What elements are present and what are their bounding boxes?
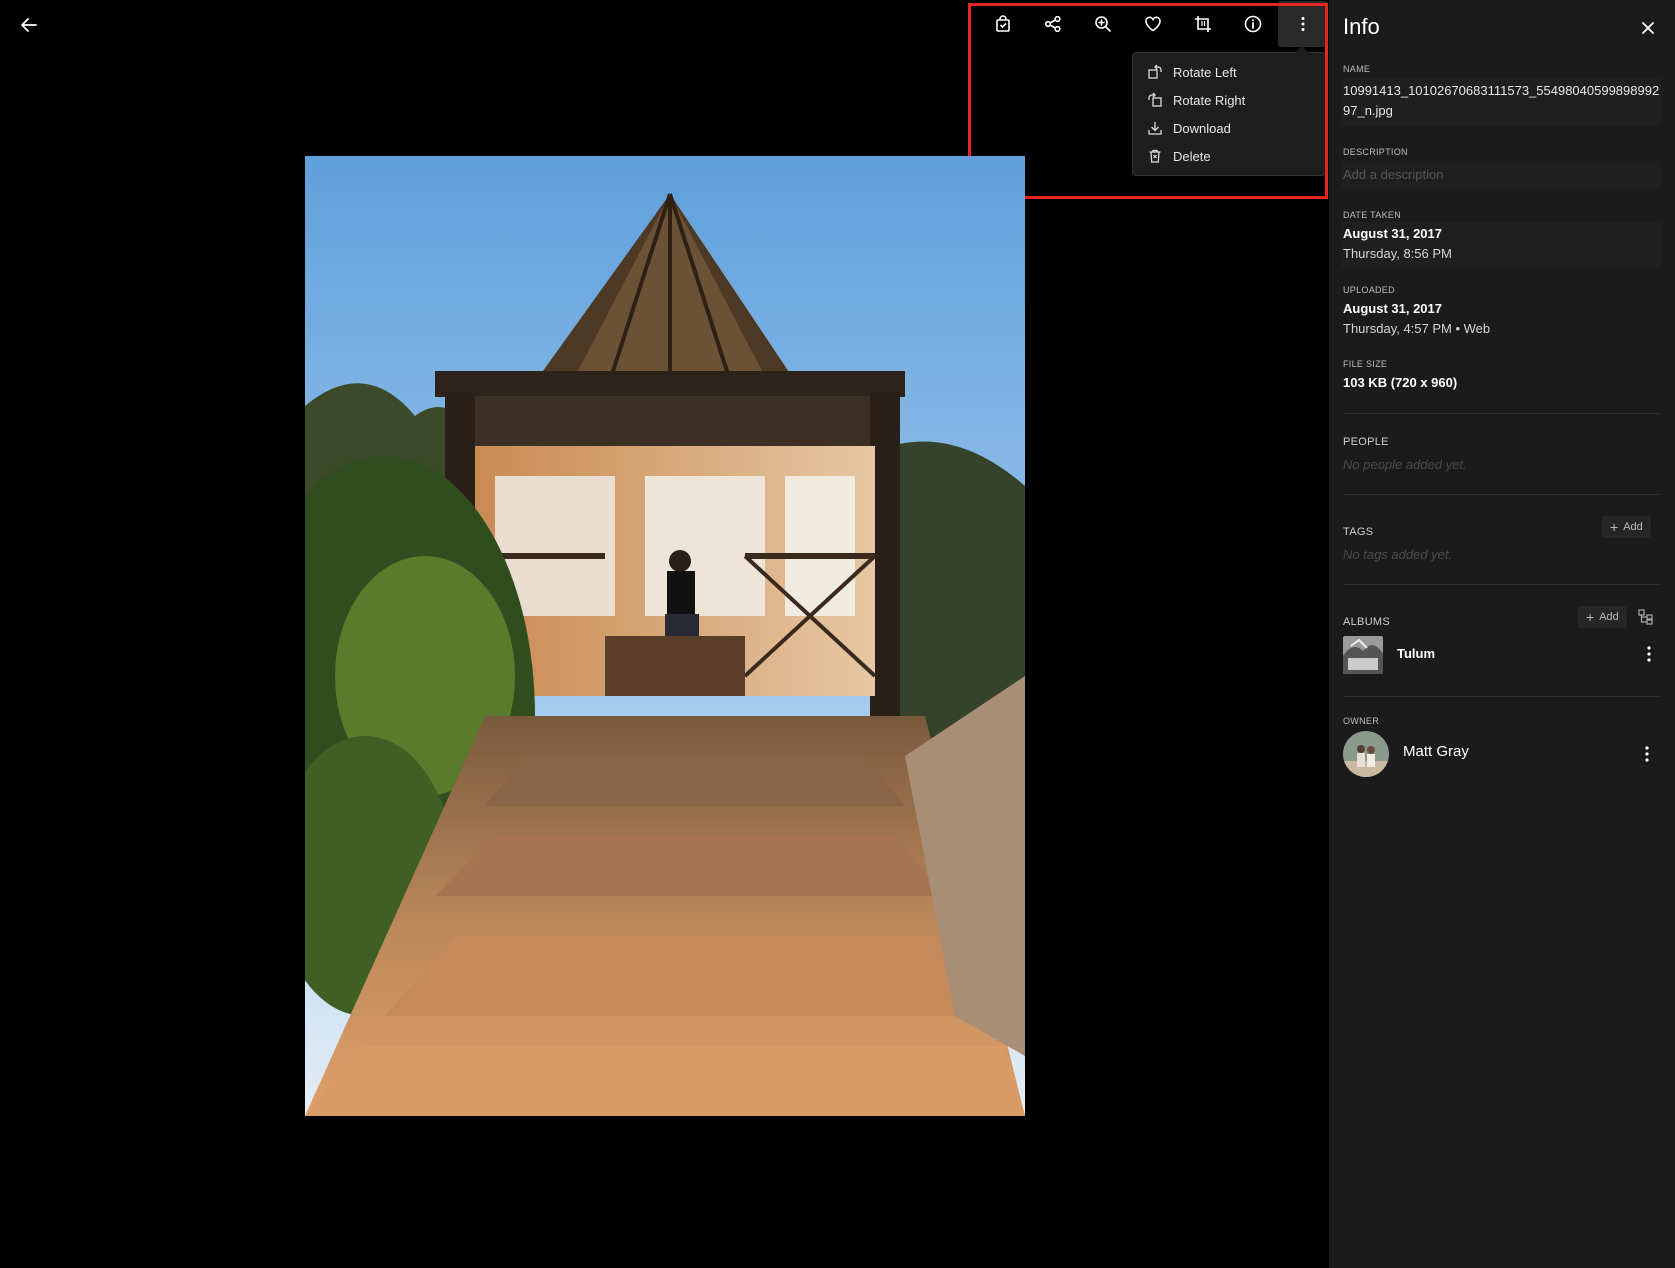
menu-item-label: Download <box>1173 120 1231 136</box>
more-options-menu: Rotate Left Rotate Right Download Delete <box>1132 46 1326 176</box>
share-button[interactable] <box>1028 1 1078 47</box>
divider <box>1343 413 1661 414</box>
share-icon <box>1044 15 1061 33</box>
divider <box>1343 494 1661 495</box>
add-tag-label: Add <box>1623 521 1643 533</box>
info-icon <box>1244 15 1262 33</box>
file-size-label: FILE SIZE <box>1343 359 1388 369</box>
more-vertical-icon <box>1301 17 1305 31</box>
date-taken-label: DATE TAKEN <box>1343 210 1402 220</box>
rotate-left-icon <box>1148 64 1162 79</box>
favorite-button[interactable] <box>1128 1 1178 47</box>
crop-button[interactable] <box>1178 1 1228 47</box>
more-vertical-icon <box>1647 646 1651 662</box>
rotate-right-icon <box>1148 92 1162 107</box>
info-button[interactable] <box>1228 1 1278 47</box>
people-label: PEOPLE <box>1343 436 1389 448</box>
arrow-left-icon <box>21 18 37 32</box>
name-label: NAME <box>1343 64 1371 74</box>
owner-avatar[interactable] <box>1343 731 1389 777</box>
zoom-in-icon <box>1095 16 1111 32</box>
album-name[interactable]: Tulum <box>1397 646 1435 661</box>
crop-icon <box>1195 16 1211 32</box>
menu-item-label: Delete <box>1173 148 1211 164</box>
uploaded-date: August 31, 2017 <box>1343 301 1442 316</box>
tags-label: TAGS <box>1343 526 1374 538</box>
add-album-button[interactable]: + Add <box>1578 606 1627 628</box>
owner-options-button[interactable] <box>1637 742 1657 766</box>
album-thumbnail-image <box>1343 636 1383 674</box>
photo-illustration <box>305 156 1025 1116</box>
name-value: 10991413_10102670683111573_5549804059989… <box>1343 83 1660 118</box>
date-taken-time: Thursday, 8:56 PM <box>1343 246 1452 261</box>
people-empty-text: No people added yet. <box>1343 457 1467 472</box>
date-taken-date: August 31, 2017 <box>1343 226 1442 241</box>
albums-label: ALBUMS <box>1343 616 1391 628</box>
add-album-label: Add <box>1599 611 1619 623</box>
file-size-value: 103 KB (720 x 960) <box>1343 375 1458 390</box>
divider <box>1343 584 1661 585</box>
tags-empty-text: No tags added yet. <box>1343 547 1453 562</box>
menu-item-download[interactable]: Download <box>1133 114 1325 142</box>
album-tree-button[interactable] <box>1638 609 1656 627</box>
heart-icon <box>1145 16 1161 32</box>
download-icon <box>1148 122 1162 135</box>
uploaded-time: Thursday, 4:57 PM • Web <box>1343 321 1491 336</box>
menu-caret <box>1295 46 1309 53</box>
menu-item-rotate-right[interactable]: Rotate Right <box>1133 86 1325 114</box>
zoom-in-button[interactable] <box>1078 1 1128 47</box>
close-icon <box>1642 22 1654 34</box>
viewer-toolbar <box>978 0 1328 48</box>
main-photo[interactable] <box>305 156 1025 1116</box>
photo-viewer: Rotate Left Rotate Right Download Delete <box>0 0 1329 1268</box>
back-button[interactable] <box>14 10 44 40</box>
owner-avatar-image <box>1343 731 1389 777</box>
plus-icon: + <box>1586 609 1595 625</box>
album-options-button[interactable] <box>1639 642 1659 666</box>
album-thumbnail[interactable] <box>1343 636 1383 674</box>
uploaded-label: UPLOADED <box>1343 285 1395 295</box>
trash-icon <box>1149 149 1161 163</box>
menu-item-delete[interactable]: Delete <box>1133 142 1325 170</box>
owner-label: OWNER <box>1343 716 1379 726</box>
info-title: Info <box>1343 14 1380 39</box>
owner-name: Matt Gray <box>1403 743 1469 760</box>
more-options-button[interactable] <box>1278 1 1328 47</box>
description-placeholder: Add a description <box>1343 167 1444 182</box>
close-info-button[interactable] <box>1636 16 1660 40</box>
menu-item-label: Rotate Right <box>1173 92 1246 108</box>
menu-item-rotate-left[interactable]: Rotate Left <box>1133 58 1325 86</box>
plus-icon: + <box>1610 519 1619 535</box>
bag-button[interactable] <box>978 1 1028 47</box>
add-tag-button[interactable]: + Add <box>1602 516 1651 538</box>
info-panel: Info NAME 10991413_10102670683111573_554… <box>1329 0 1675 1268</box>
description-label: DESCRIPTION <box>1343 147 1408 157</box>
bag-icon <box>996 15 1010 32</box>
more-vertical-icon <box>1645 746 1649 762</box>
menu-item-label: Rotate Left <box>1173 64 1237 80</box>
album-tree-icon <box>1638 609 1653 625</box>
divider <box>1343 696 1661 697</box>
